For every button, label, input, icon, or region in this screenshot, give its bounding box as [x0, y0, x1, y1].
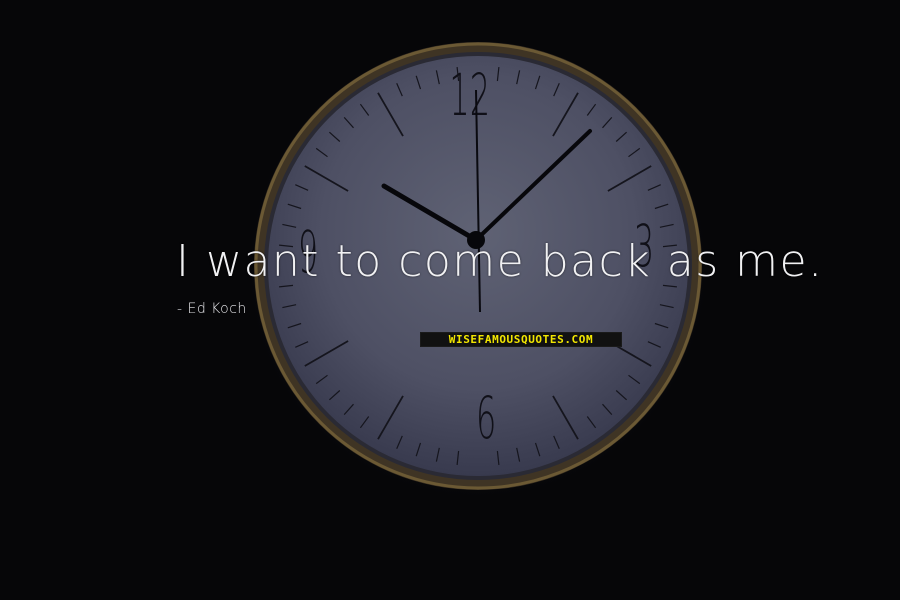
quote-image: 12 3 6 9 I want to come back as me. - Ed… [0, 0, 900, 600]
clock-illustration: 12 3 6 9 [242, 32, 714, 504]
quote-text: I want to come back as me. [176, 236, 824, 287]
numeral-12: 12 [449, 63, 490, 130]
quote-author: - Ed Koch [177, 301, 247, 317]
watermark-logo: WISEFAMOUSQUOTES.COM [420, 332, 622, 347]
numeral-6: 6 [476, 386, 496, 453]
